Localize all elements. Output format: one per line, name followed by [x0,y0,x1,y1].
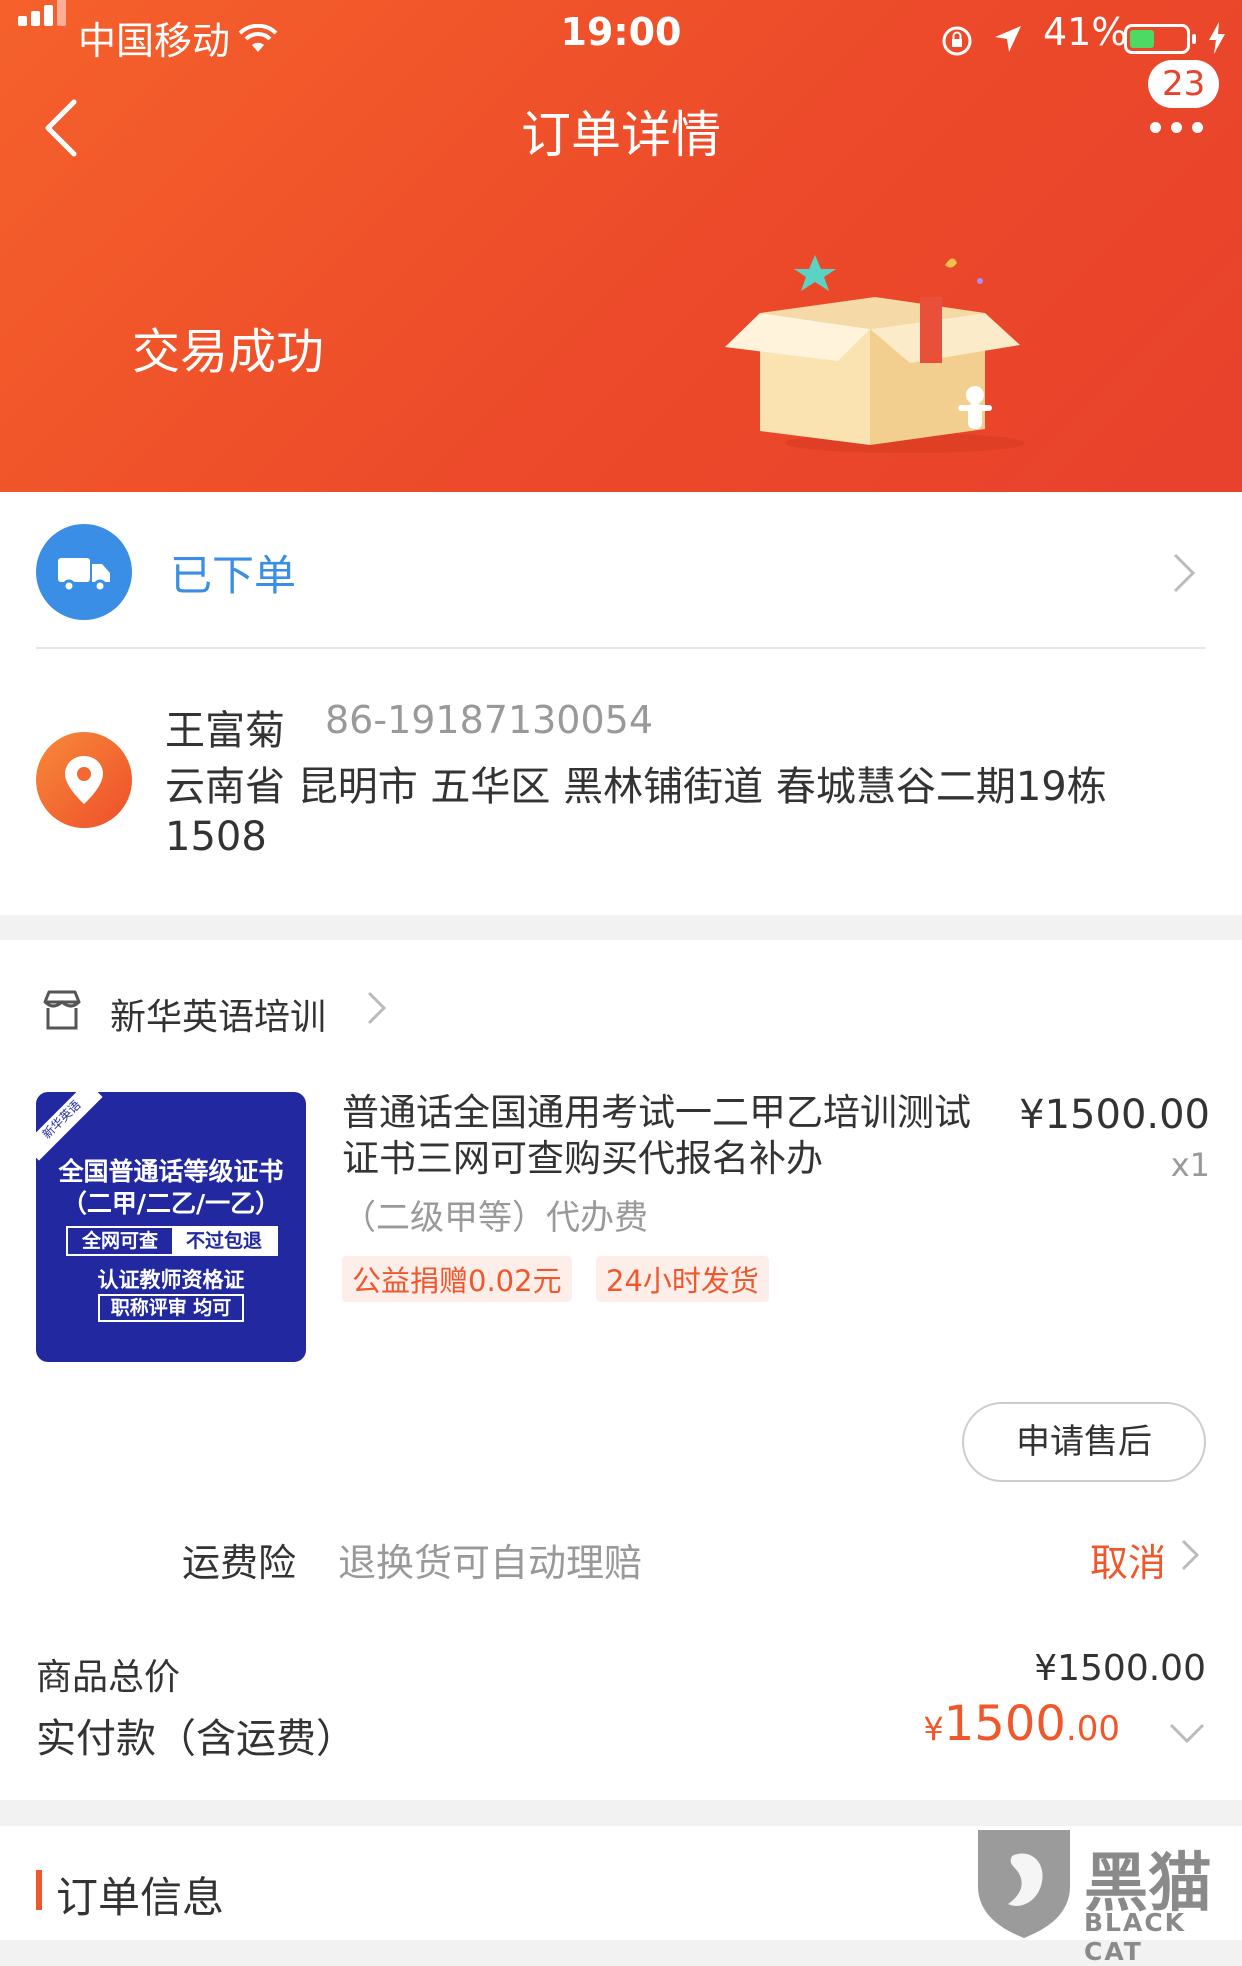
notification-badge: 23 [1148,60,1220,108]
after-sale-button[interactable]: 申请售后 [962,1402,1206,1482]
status-bar: 中国移动 19:00 41% [0,0,1242,63]
paid-amount-label: 实付款（含运费） [36,1716,356,1762]
shipping-insurance-label: 运费险 [182,1541,297,1585]
shipping-tag: 24小时发货 [596,1256,769,1302]
product-sku: （二级甲等）代办费 [342,1198,648,1238]
product-thumbnail[interactable]: 新华英语 全国普通话等级证书 （二甲/二乙/一乙） 全网可查 不过包退 认证教师… [36,1092,306,1362]
order-info-title: 订单信息 [56,1873,225,1922]
more-menu-icon[interactable] [1150,118,1213,137]
chevron-right-icon [1173,553,1196,593]
recipient-address: 云南省 昆明市 五华区 黑林铺街道 春城慧谷二期19栋1508 [165,764,1107,860]
store-name: 新华英语培训 [110,997,327,1038]
battery-percent: 41% [1043,10,1128,54]
divider [36,647,1206,649]
order-status-header: 中国移动 19:00 41% 订单详情 23 交易成功 [0,0,1242,492]
charging-icon [1209,22,1225,54]
battery-icon [1124,24,1196,54]
location-pin-icon [36,732,132,828]
paid-amount-value: ¥1500.00 [923,1696,1120,1752]
chevron-right-icon [1181,1539,1200,1571]
package-box-illustration [725,255,1025,453]
goods-total-label: 商品总价 [36,1657,181,1698]
logistics-address-card: 已下单 王富菊 86-19187130054 云南省 昆明市 五华区 黑林铺街道… [0,492,1242,915]
store-icon [43,990,81,1030]
chevron-down-icon[interactable] [1168,1722,1206,1744]
order-status: 交易成功 [132,324,325,380]
shipping-insurance-desc: 退换货可自动理赔 [338,1541,643,1585]
rotation-lock-icon [942,26,972,56]
insurance-cancel-link[interactable]: 取消 [1090,1532,1166,1587]
location-arrow-icon [995,26,1021,52]
section-accent-bar [36,1870,42,1910]
order-items-card: 新华英语培训 新华英语 全国普通话等级证书 （二甲/二乙/一乙） 全网可查 不过… [0,940,1242,1800]
cat-shield-icon [978,1830,1070,1938]
promo-tag: 公益捐赠0.02元 [342,1256,572,1302]
product-title[interactable]: 普通话全国通用考试一二甲乙培训测试证书三网可查购买代报名补办 [342,1090,982,1182]
logistics-status: 已下单 [170,551,297,600]
product-quantity: x1 [1170,1146,1210,1184]
chevron-right-icon [367,991,387,1025]
recipient-name: 王富菊 [165,708,285,754]
page-title: 订单详情 [521,106,721,164]
black-cat-watermark: 黑猫 BLACK CAT [972,1826,1242,1966]
truck-icon [36,524,132,620]
goods-total-value: ¥1500.00 [1034,1648,1206,1689]
product-price: ¥1500.00 [1019,1092,1210,1138]
recipient-phone: 86-19187130054 [325,698,654,742]
